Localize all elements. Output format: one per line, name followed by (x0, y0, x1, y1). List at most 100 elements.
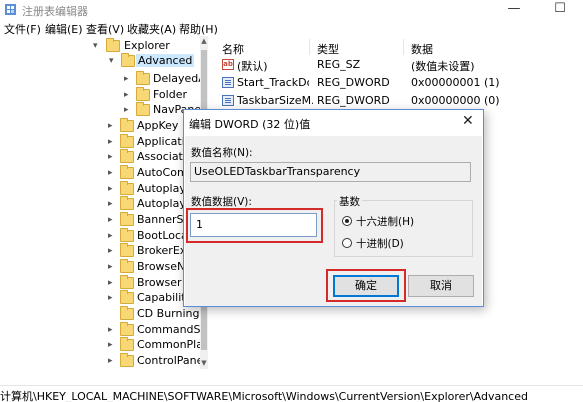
expand-arrow-icon[interactable]: ▸ (108, 135, 118, 149)
tree-label: CommonPlac (137, 338, 208, 351)
folder-icon (120, 228, 134, 242)
tree-label: CD Burning (137, 307, 200, 320)
folder-icon (120, 181, 134, 195)
registry-tree[interactable]: ▾ Explorer ▾ Advanced ▸ DelayedAp ▸ Fold… (0, 36, 208, 369)
dword-value-icon (222, 77, 234, 88)
expand-arrow-icon[interactable]: ▸ (108, 182, 118, 196)
folder-icon (120, 306, 134, 320)
folder-icon (120, 337, 134, 351)
status-path: 计算机\HKEY_LOCAL_MACHINE\SOFTWARE\Microsof… (0, 390, 528, 402)
expand-arrow-icon[interactable]: ▸ (108, 260, 118, 274)
dialog-body: 数值名称(N): UseOLEDTaskbarTransparency 数值数据… (185, 136, 482, 306)
menu-edit[interactable]: 编辑(E) (45, 21, 83, 37)
value-data: 0x00000001 (1) (411, 76, 500, 89)
dialog-title: 编辑 DWORD (32 位)值 (189, 118, 311, 131)
list-row[interactable]: ab (默认) REG_SZ (数值未设置) (214, 56, 583, 74)
base-group-title: 基数 (337, 194, 362, 209)
folder-icon (120, 165, 134, 179)
regedit-app-icon (5, 4, 16, 15)
expand-arrow-icon[interactable]: ▸ (124, 88, 134, 102)
expand-arrow-icon[interactable]: ▸ (108, 323, 118, 337)
expand-arrow-icon[interactable]: ▸ (124, 103, 134, 117)
scroll-down-icon[interactable]: ▼ (200, 358, 208, 368)
value-name: TaskbarSizeM... (237, 94, 313, 107)
status-bar: 计算机\HKEY_LOCAL_MACHINE\SOFTWARE\Microsof… (0, 385, 583, 402)
title-bar: 注册表编辑器 — ☐ (0, 0, 583, 19)
decimal-radio-label[interactable]: 十进制(D) (356, 236, 404, 251)
value-name-field: UseOLEDTaskbarTransparency (190, 162, 471, 182)
tree-node-controlpanel[interactable]: ▸ ControlPanel (0, 352, 206, 369)
dword-value-icon (222, 95, 234, 106)
value-data-label: 数值数据(V): (191, 196, 252, 208)
tree-label: AppKey (137, 119, 179, 132)
menu-view[interactable]: 查看(V) (86, 21, 124, 37)
expand-arrow-icon[interactable]: ▸ (108, 338, 118, 352)
folder-icon (120, 212, 134, 226)
folder-icon (106, 38, 120, 52)
expand-arrow-icon[interactable]: ▸ (108, 354, 118, 368)
scroll-up-icon[interactable]: ▲ (200, 36, 208, 46)
folder-icon (120, 322, 134, 336)
folder-icon (136, 87, 150, 101)
expand-arrow-icon[interactable]: ▸ (108, 244, 118, 258)
expand-arrow-icon[interactable]: ▾ (109, 54, 119, 68)
expand-arrow-icon[interactable]: ▸ (108, 197, 118, 211)
folder-icon (136, 102, 150, 116)
folder-icon (120, 243, 134, 257)
folder-icon (120, 196, 134, 210)
column-header-data[interactable]: 数据 (411, 41, 433, 57)
tree-label: CommandSto (137, 323, 208, 336)
edit-dword-dialog: 编辑 DWORD (32 位)值 ✕ 数值名称(N): UseOLEDTaskb… (183, 109, 484, 307)
value-name-label: 数值名称(N): (191, 147, 253, 159)
hex-radio-label[interactable]: 十六进制(H) (356, 214, 414, 229)
window-title: 注册表编辑器 (22, 5, 88, 18)
expand-arrow-icon[interactable]: ▸ (108, 229, 118, 243)
string-value-icon: ab (222, 59, 234, 70)
decimal-radio[interactable] (342, 238, 352, 248)
expand-arrow-icon[interactable]: ▸ (108, 166, 118, 180)
maximize-button[interactable]: ☐ (537, 0, 583, 19)
expand-arrow-icon[interactable]: ▸ (108, 291, 118, 305)
value-type: REG_DWORD (317, 76, 390, 89)
expand-arrow-icon[interactable]: ▸ (108, 213, 118, 227)
expand-arrow-icon[interactable]: ▸ (108, 119, 118, 133)
ok-button[interactable]: 确定 (333, 275, 399, 297)
folder-icon (121, 53, 135, 67)
cancel-button[interactable]: 取消 (408, 275, 474, 297)
horizontal-scrollbar[interactable] (0, 369, 583, 385)
list-row[interactable]: TaskbarSizeM... REG_DWORD 0x00000000 (0) (214, 92, 583, 110)
tree-label: Explorer (124, 39, 170, 52)
expand-arrow-icon[interactable] (108, 307, 118, 321)
hex-radio[interactable] (342, 216, 352, 226)
menu-favorites[interactable]: 收藏夹(A) (127, 21, 176, 37)
column-divider[interactable] (403, 39, 404, 55)
folder-icon (120, 134, 134, 148)
menu-file[interactable]: 文件(F) (4, 21, 41, 37)
value-data-input[interactable]: 1 (190, 213, 317, 237)
value-name: (默认) (237, 60, 268, 73)
folder-icon (120, 149, 134, 163)
expand-arrow-icon[interactable]: ▸ (108, 276, 118, 290)
folder-icon (120, 259, 134, 273)
value-name: Start_TrackDocs (237, 76, 309, 89)
close-icon[interactable]: ✕ (462, 113, 474, 129)
value-data: 0x00000000 (0) (411, 94, 500, 107)
column-header-name[interactable]: 名称 (222, 41, 244, 57)
folder-icon (120, 275, 134, 289)
value-type: REG_SZ (317, 58, 361, 71)
menu-help[interactable]: 帮助(H) (179, 21, 218, 37)
expand-arrow-icon[interactable]: ▾ (93, 39, 103, 53)
column-divider[interactable] (309, 39, 310, 55)
folder-icon (120, 290, 134, 304)
list-row[interactable]: Start_TrackDocs REG_DWORD 0x00000001 (1) (214, 74, 583, 92)
value-type: REG_DWORD (317, 94, 390, 107)
expand-arrow-icon[interactable]: ▸ (108, 150, 118, 164)
folder-icon (136, 71, 150, 85)
minimize-button[interactable]: — (491, 0, 537, 19)
expand-arrow-icon[interactable]: ▸ (124, 72, 134, 86)
tree-node-advanced[interactable]: ▾ Advanced (0, 52, 200, 71)
menu-bar: 文件(F) 编辑(E) 查看(V) 收藏夹(A) 帮助(H) (0, 19, 583, 36)
value-data: (数值未设置) (411, 60, 475, 73)
tree-label: Capabiliti (137, 291, 189, 304)
column-header-type[interactable]: 类型 (317, 41, 339, 57)
